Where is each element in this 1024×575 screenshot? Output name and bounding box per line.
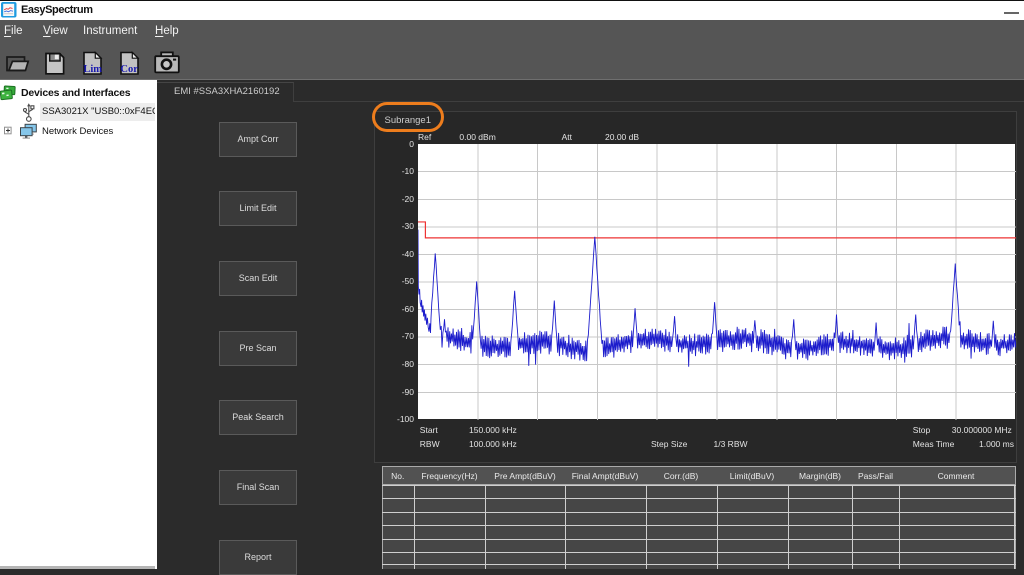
svg-text:Lim: Lim <box>83 64 102 75</box>
svg-text:Cor: Cor <box>120 64 138 75</box>
